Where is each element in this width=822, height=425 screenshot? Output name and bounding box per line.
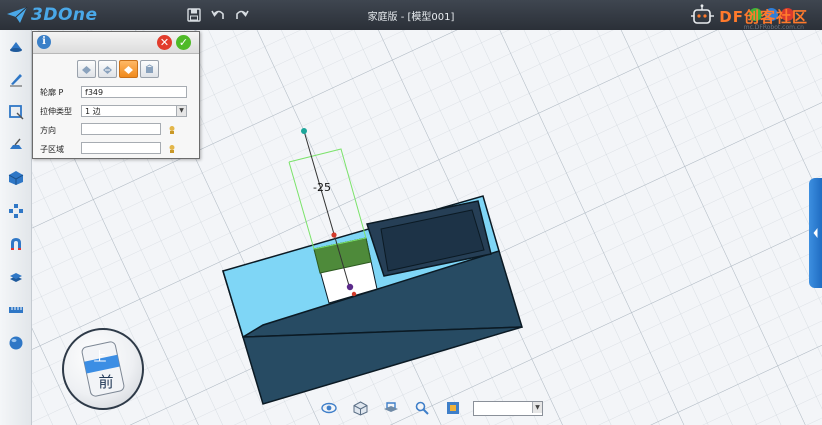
view-cube-icon[interactable] (349, 398, 371, 418)
view-mode-select[interactable]: ▼ (473, 400, 543, 416)
extrude-panel: i ✕ ✓ 轮廓 P f349 拉伸类型 1 边 ▼ 方向 子区域 (32, 31, 200, 159)
view-cube-top-face[interactable]: 上 (93, 350, 106, 365)
direction-handle-top[interactable] (301, 128, 307, 134)
direction-pick-icon[interactable] (166, 124, 177, 135)
chevron-left-icon (813, 228, 818, 238)
extrude-type-select[interactable]: 1 边 ▼ (81, 105, 187, 117)
extrude-mode-2[interactable] (98, 60, 117, 78)
render-mode-icon[interactable] (380, 398, 402, 418)
extrude-mode-1[interactable] (77, 60, 96, 78)
view-cube[interactable]: 上 前 (62, 328, 144, 410)
subregion-field[interactable] (81, 142, 161, 154)
profile-label: 轮廓 P (40, 88, 64, 97)
right-panel-expander[interactable] (809, 178, 822, 288)
feature-modify-icon[interactable] (5, 167, 27, 189)
chevron-down-icon[interactable]: ▼ (532, 401, 542, 413)
subregion-pick-icon[interactable] (166, 143, 177, 154)
combine-icon[interactable] (5, 233, 27, 255)
extrude-mode-group (77, 60, 161, 78)
view-layout-icon[interactable] (442, 398, 464, 418)
robot-logo-icon (691, 4, 715, 24)
panel-header: i ✕ ✓ (33, 32, 199, 54)
drag-handle-base[interactable] (346, 283, 354, 291)
special-features-icon[interactable] (5, 134, 27, 156)
chevron-down-icon[interactable]: ▼ (176, 106, 186, 116)
pattern-icon[interactable] (5, 200, 27, 222)
cancel-icon[interactable]: ✕ (157, 35, 172, 50)
view-cube-front-face[interactable]: 前 (98, 373, 113, 391)
confirm-icon[interactable]: ✓ (176, 35, 191, 50)
profile-field[interactable]: f349 (81, 86, 187, 98)
bottom-toolbar: ▼ (318, 397, 543, 419)
drag-handle-mid[interactable] (331, 232, 337, 238)
subregion-label: 子区域 (40, 145, 64, 154)
measure-icon[interactable] (5, 299, 27, 321)
drag-handle-base-2[interactable] (351, 291, 357, 297)
zoom-icon[interactable] (411, 398, 433, 418)
assembly-icon[interactable] (5, 266, 27, 288)
extrude-mode-3[interactable] (119, 60, 138, 78)
material-sphere-icon[interactable] (5, 332, 27, 354)
display-icon[interactable] (318, 398, 340, 418)
basic-shapes-icon[interactable] (5, 35, 27, 57)
title-bar: 3DOne 家庭版 - [模型001] DF创客社区 mc.DFRobot.co… (0, 0, 822, 31)
left-toolbar (0, 30, 32, 425)
extrude-mode-4[interactable] (140, 60, 159, 78)
direction-label: 方向 (40, 126, 56, 135)
extrude-type-value: 1 边 (85, 107, 101, 116)
dimension-label[interactable]: -25 (313, 181, 331, 194)
extrude-type-label: 拉伸类型 (40, 107, 72, 116)
direction-field[interactable] (81, 123, 161, 135)
sketch-edit-icon[interactable] (5, 101, 27, 123)
sketch-icon[interactable] (5, 68, 27, 90)
info-icon[interactable]: i (37, 35, 51, 49)
